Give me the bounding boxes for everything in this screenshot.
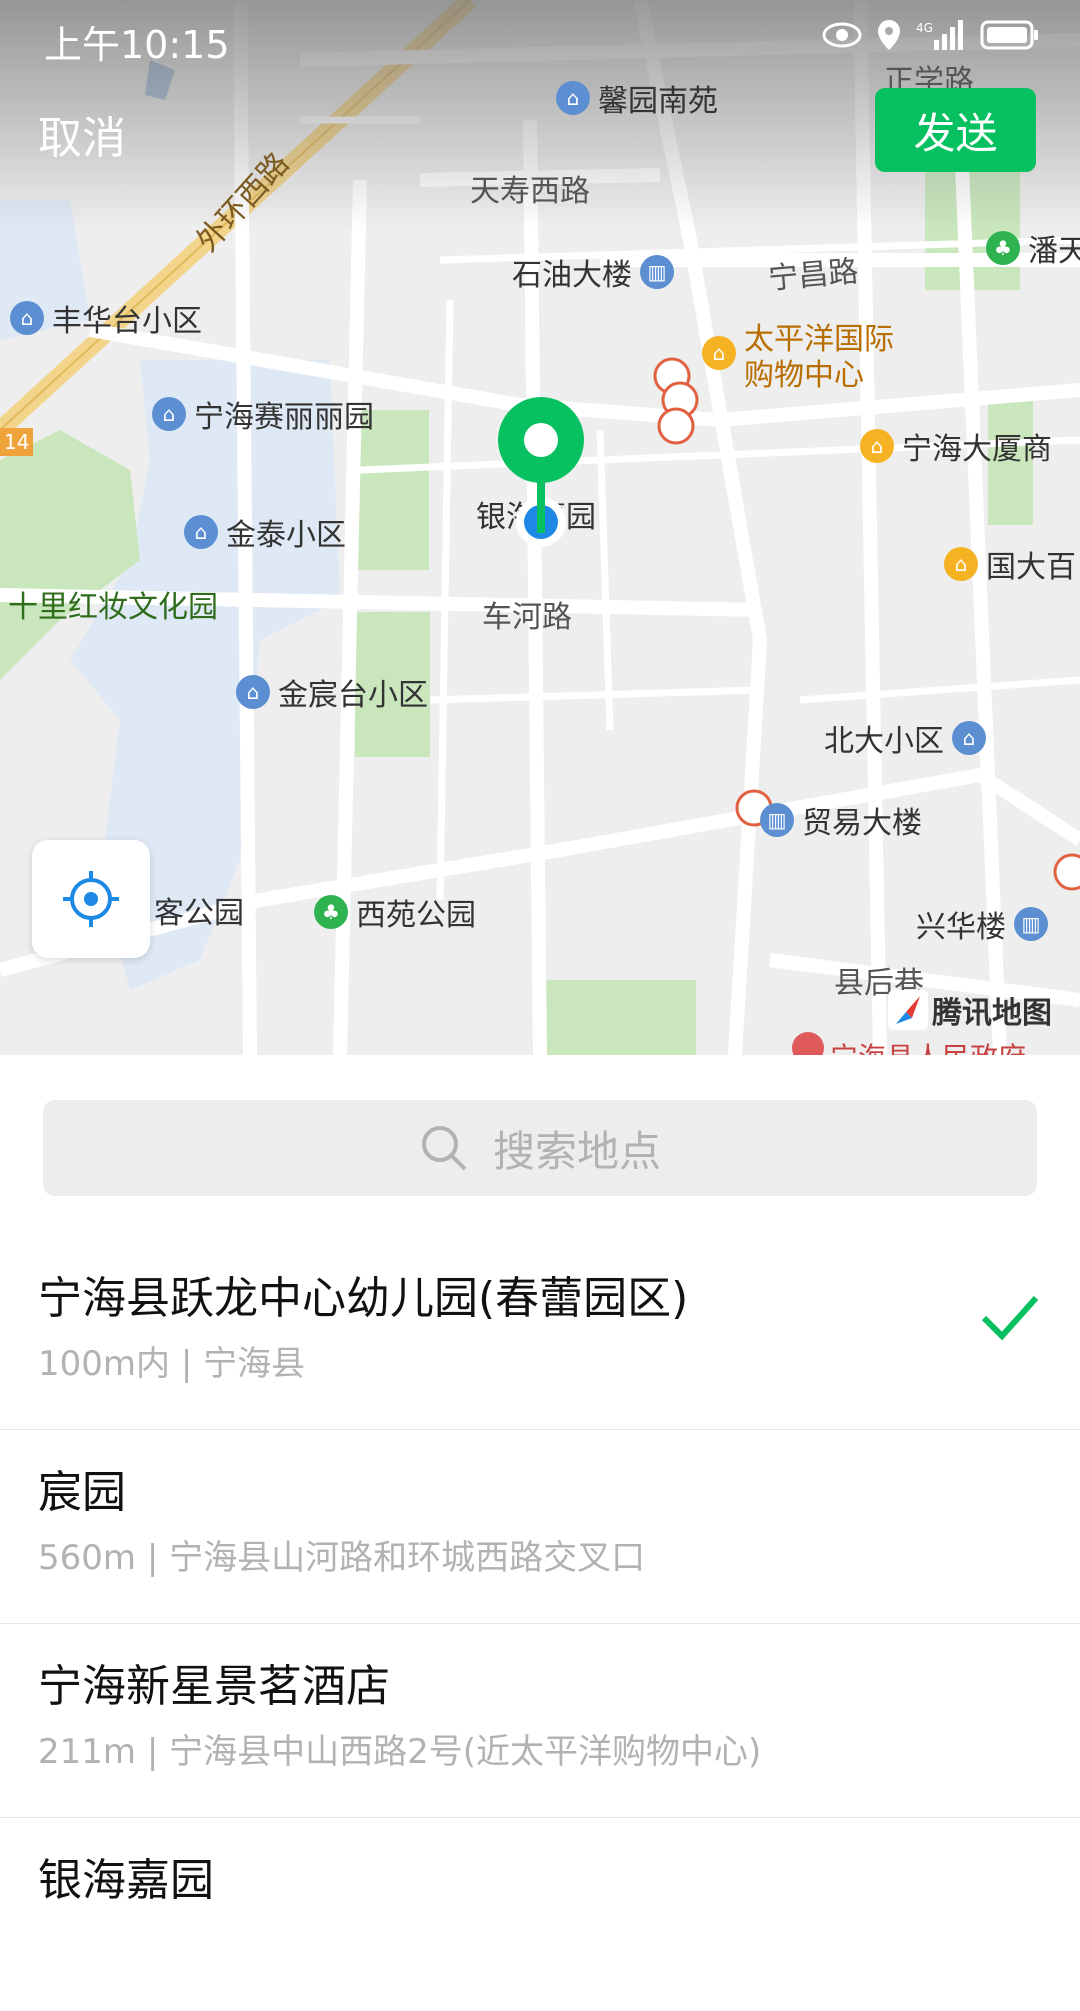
park-icon: ♣	[986, 231, 1020, 265]
map-poi-mall[interactable]: ⌂ 太平洋国际 购物中心	[702, 322, 894, 394]
search-placeholder: 搜索地点	[492, 1126, 661, 1176]
building-icon: ▥	[760, 803, 794, 837]
residence-icon: ⌂	[152, 397, 186, 431]
residence-icon: ⌂	[184, 515, 218, 549]
residence-icon: ⌂	[952, 721, 986, 755]
building-icon: ▥	[1014, 907, 1048, 941]
result-name: 宸园	[38, 1467, 126, 1518]
result-item[interactable]: 宁海新星景茗酒店 211m | 宁海县中山西路2号(近太平洋购物中心)	[0, 1624, 1080, 1818]
map-poi[interactable]: ⌂ 国大百	[944, 542, 1076, 586]
map-poi[interactable]: ⌂ 金宸台小区	[236, 670, 428, 714]
map-poi[interactable]: ⌂ 宁海大厦商	[860, 424, 1052, 468]
result-item[interactable]: 银海嘉园	[0, 1818, 1080, 2011]
map-poi[interactable]: ⌂ 金泰小区	[184, 510, 346, 554]
shop-icon: ⌂	[702, 336, 736, 370]
result-detail: 211m | 宁海县中山西路2号(近太平洋购物中心)	[38, 1732, 762, 1772]
map-brand: 腾讯地图	[888, 988, 1052, 1032]
search-icon	[421, 1126, 467, 1171]
map-poi[interactable]: ⌂ 丰华台小区	[10, 296, 202, 340]
locate-icon	[63, 871, 119, 927]
park-icon: ♣	[314, 895, 348, 929]
cancel-button[interactable]: 取消	[38, 102, 126, 166]
map-poi[interactable]: ♣ 潘天	[986, 226, 1080, 270]
map-poi[interactable]: ⌂ 馨园南苑	[556, 76, 718, 120]
road-label: 天寿西路	[470, 174, 590, 209]
result-name: 银海嘉园	[38, 1855, 214, 1906]
result-name: 宁海县跃龙中心幼儿园(春蕾园区)	[38, 1273, 689, 1324]
map-view[interactable]: 天寿西路 宁昌路 车河路 县后巷 正学路 外环西路 十里红妆文化园 银海嘉园 1…	[0, 0, 1080, 1055]
eye-icon	[822, 22, 862, 48]
highway-shield: 14	[0, 428, 34, 456]
send-button[interactable]: 发送	[875, 88, 1036, 172]
result-detail: 100m内 | 宁海县	[38, 1344, 306, 1384]
svg-text:4G: 4G	[916, 21, 933, 35]
residence-icon: ⌂	[236, 675, 270, 709]
map-poi[interactable]: ▥ 石油大楼	[512, 250, 674, 294]
search-input[interactable]: 搜索地点	[43, 1100, 1037, 1196]
map-poi[interactable]: ⌂ 宁海赛丽丽园	[152, 392, 374, 436]
mall-label-line: 太平洋国际	[744, 322, 894, 357]
mall-label-line: 购物中心	[744, 358, 864, 393]
shop-icon: ⌂	[860, 429, 894, 463]
building-icon: ▥	[640, 255, 674, 289]
tencent-map-logo-icon	[888, 990, 928, 1030]
result-item[interactable]: 宸园 560m | 宁海县山河路和环城西路交叉口	[0, 1430, 1080, 1624]
status-icons: 4G	[822, 18, 1040, 52]
result-detail: 560m | 宁海县山河路和环城西路交叉口	[38, 1538, 646, 1578]
road-label: 车河路	[482, 600, 572, 635]
map-poi[interactable]: ▥ 兴华楼	[916, 902, 1048, 946]
location-pin	[498, 397, 584, 547]
check-icon	[981, 1295, 1039, 1341]
result-name: 宁海新星景茗酒店	[38, 1661, 390, 1712]
location-icon	[878, 20, 900, 50]
map-poi[interactable]: ♣ 西苑公园	[314, 890, 476, 934]
status-time: 上午10:15	[44, 23, 230, 67]
signal-icon: 4G	[916, 20, 963, 50]
road-label: 宁昌路	[766, 254, 860, 297]
residence-icon: ⌂	[556, 81, 590, 115]
map-poi[interactable]: 宁海县人民政府	[830, 1036, 1026, 1055]
map-poi[interactable]: ⌂ 北大小区	[824, 716, 986, 760]
locate-me-button[interactable]	[32, 840, 150, 958]
map-poi[interactable]: ▥ 贸易大楼	[760, 798, 922, 842]
result-item[interactable]: 宁海县跃龙中心幼儿园(春蕾园区) 100m内 | 宁海县	[0, 1236, 1080, 1430]
residence-icon: ⌂	[10, 301, 44, 335]
park-label: 十里红妆文化园	[8, 590, 218, 625]
shop-icon: ⌂	[944, 547, 978, 581]
battery-icon	[980, 20, 1038, 50]
